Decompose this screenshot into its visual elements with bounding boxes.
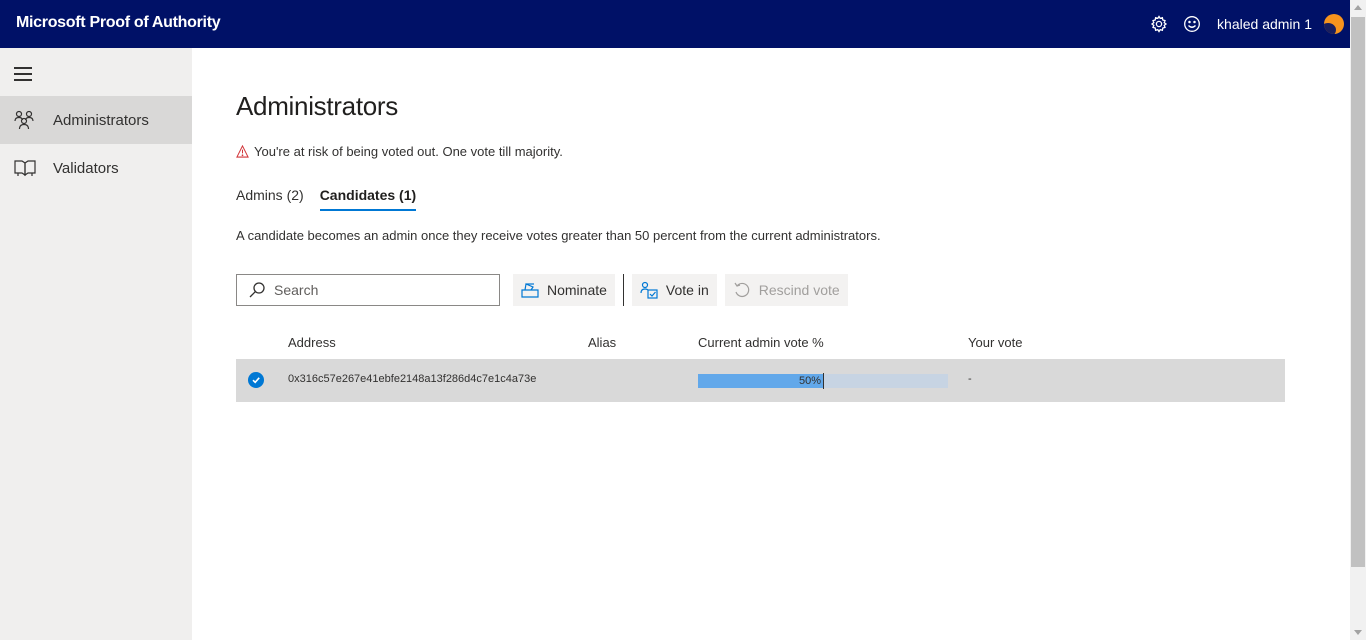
user-name[interactable]: khaled admin 1 (1217, 16, 1312, 32)
book-icon (13, 156, 37, 180)
warning-text: You're at risk of being voted out. One v… (254, 144, 563, 159)
column-header-vote-percent[interactable]: Current admin vote % (698, 335, 824, 350)
tab-list: Admins (2) Candidates (1) (236, 187, 432, 211)
avatar[interactable] (1324, 14, 1344, 34)
sidebar-item-validators[interactable]: Validators (0, 144, 192, 192)
search-input[interactable] (274, 282, 474, 298)
scroll-up-arrow-icon[interactable] (1354, 5, 1362, 10)
nominate-label: Nominate (547, 282, 607, 298)
command-bar: Nominate Vote in Rescind vot (236, 274, 848, 306)
table-header: Address Alias Current admin vote % Your … (236, 334, 1285, 358)
rescind-vote-button[interactable]: Rescind vote (724, 274, 848, 306)
vote-percent-label: 50% (799, 375, 822, 387)
toolbar-divider (622, 274, 624, 306)
scroll-down-arrow-icon[interactable] (1354, 630, 1362, 635)
rescind-vote-label: Rescind vote (758, 282, 840, 298)
nominate-icon (521, 281, 539, 299)
gear-icon[interactable] (1149, 14, 1169, 34)
vote-in-label: Vote in (665, 282, 709, 298)
warning-message: You're at risk of being voted out. One v… (236, 144, 563, 159)
table-row[interactable]: 0x316c57e267e41ebfe2148a13f286d4c7e1c4a7… (236, 359, 1285, 402)
undo-icon (733, 281, 751, 299)
tab-admins[interactable]: Admins (2) (236, 187, 304, 211)
page-title: Administrators (236, 91, 398, 121)
app-title: Microsoft Proof of Authority (16, 14, 221, 31)
checkmark-icon[interactable] (248, 372, 264, 388)
tab-candidates[interactable]: Candidates (1) (319, 187, 417, 211)
vote-in-icon (640, 281, 658, 299)
majority-marker (823, 373, 824, 389)
vertical-scrollbar[interactable] (1350, 0, 1366, 640)
people-icon (13, 108, 37, 132)
description-text: A candidate becomes an admin once they r… (236, 228, 881, 243)
smiley-icon[interactable] (1182, 14, 1202, 34)
warning-icon (236, 144, 250, 159)
sidebar-item-administrators[interactable]: Administrators (0, 96, 192, 144)
address-cell: 0x316c57e267e41ebfe2148a13f286d4c7e1c4a7… (288, 373, 537, 385)
hamburger-icon[interactable] (14, 67, 32, 81)
top-bar: Microsoft Proof of Authority khaled admi… (0, 0, 1350, 48)
vote-in-button[interactable]: Vote in (631, 274, 717, 306)
column-header-your-vote[interactable]: Your vote (968, 335, 1022, 350)
search-box[interactable] (236, 274, 500, 306)
scroll-thumb[interactable] (1351, 17, 1365, 567)
column-header-alias[interactable]: Alias (588, 335, 616, 350)
sidebar-item-label: Administrators (53, 111, 149, 129)
search-icon (248, 281, 266, 299)
sidebar: Administrators Validators (0, 48, 192, 640)
nominate-button[interactable]: Nominate (513, 274, 615, 306)
vote-progress-bar: 50% (698, 373, 948, 389)
column-header-address[interactable]: Address (288, 335, 336, 350)
sidebar-item-label: Validators (53, 159, 119, 177)
topbar-actions: khaled admin 1 (1149, 0, 1344, 48)
your-vote-cell: - (968, 373, 972, 385)
